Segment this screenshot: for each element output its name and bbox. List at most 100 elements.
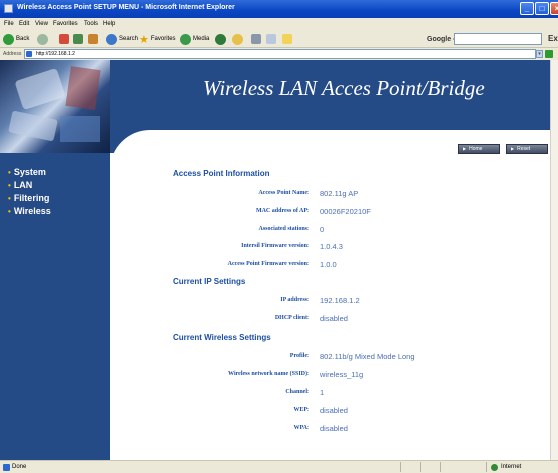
search-button[interactable]: Search <box>106 33 138 45</box>
reset-nav-button[interactable]: ▶ Reset <box>506 144 548 154</box>
folder-icon <box>282 34 292 44</box>
go-button[interactable] <box>545 50 553 58</box>
reset-label: Reset <box>517 146 531 152</box>
bullet-icon: • <box>8 194 11 203</box>
label-wep: WEP: <box>293 407 309 413</box>
nav-label: Filtering <box>13 193 50 203</box>
page-title: Wireless LAN Acces Point/Bridge <box>203 76 485 100</box>
back-button[interactable]: Back <box>3 33 29 45</box>
folder-button[interactable] <box>282 33 292 45</box>
close-button[interactable]: × <box>550 2 558 15</box>
bullet-icon: • <box>8 207 11 216</box>
nav-label: System <box>13 167 46 177</box>
vertical-scrollbar[interactable] <box>550 60 558 460</box>
star-icon: ★ <box>139 33 149 46</box>
page-viewport: Wireless LAN Acces Point/Bridge • System … <box>0 60 550 460</box>
status-bar: Done Internet <box>0 460 558 473</box>
value-profile: 802.11b/g Mixed Mode Long <box>320 352 415 361</box>
label-ap-name: Access Point Name: <box>258 190 309 196</box>
menu-tools[interactable]: Tools <box>84 21 98 27</box>
nav-label: LAN <box>13 180 33 190</box>
label-ip-address: IP address: <box>280 297 309 303</box>
sidebar-item-wireless[interactable]: • Wireless <box>8 206 51 216</box>
label-dhcp-client: DHCP client: <box>274 315 309 321</box>
favorites-button[interactable]: ★ Favorites <box>139 33 176 46</box>
print-icon <box>251 34 261 44</box>
mail-button[interactable] <box>232 33 243 45</box>
refresh-button[interactable] <box>73 33 83 45</box>
menu-help[interactable]: Help <box>103 21 115 27</box>
value-wep: disabled <box>320 406 348 415</box>
history-button[interactable] <box>215 33 226 45</box>
menu-view[interactable]: View <box>35 21 48 27</box>
header-photo <box>0 60 110 153</box>
label-ssid: Wireless network name (SSID): <box>228 371 309 377</box>
status-divider <box>440 462 441 472</box>
media-icon <box>180 33 191 45</box>
value-intersil-firmware: 1.0.4.3 <box>320 242 343 251</box>
address-dropdown-button[interactable]: ▾ <box>536 50 543 58</box>
stop-icon <box>59 34 69 44</box>
history-icon <box>215 33 226 45</box>
value-wpa: disabled <box>320 424 348 433</box>
forward-button[interactable] <box>37 33 48 45</box>
sidebar-item-system[interactable]: • System <box>8 167 46 177</box>
nav-label: Wireless <box>13 206 51 216</box>
window-title: Wireless Access Point SETUP MENU - Micro… <box>17 4 235 11</box>
label-ap-firmware: Access Point Firmware version: <box>227 261 309 267</box>
value-dhcp-client: disabled <box>320 314 348 323</box>
zone-text: Internet <box>501 464 522 470</box>
toolbar-overflow[interactable]: Ex <box>548 34 558 43</box>
label-wpa: WPA: <box>293 425 309 431</box>
value-ip-address: 192.168.1.2 <box>320 296 360 305</box>
back-arrow-icon <box>3 33 14 45</box>
google-search-input[interactable] <box>454 33 542 45</box>
section-heading-ap-info: Access Point Information <box>173 169 270 178</box>
arrow-right-icon: ▶ <box>463 146 467 151</box>
search-label: Search <box>119 36 139 42</box>
label-intersil-firmware: Intersil Firmware version: <box>241 243 309 249</box>
maximize-button[interactable]: □ <box>535 2 549 15</box>
status-divider <box>400 462 401 472</box>
home-label: Home <box>469 146 483 152</box>
home-icon <box>88 34 98 44</box>
stop-button[interactable] <box>59 33 69 45</box>
edit-page-button[interactable] <box>266 33 276 45</box>
sidebar-item-lan[interactable]: • LAN <box>8 180 32 190</box>
print-button[interactable] <box>251 33 261 45</box>
minimize-button[interactable]: _ <box>520 2 534 15</box>
search-icon <box>106 33 117 45</box>
value-ap-firmware: 1.0.0 <box>320 260 337 269</box>
favorites-label: Favorites <box>150 36 176 42</box>
forward-arrow-icon <box>37 33 48 45</box>
sidebar-item-filtering[interactable]: • Filtering <box>8 193 49 203</box>
back-label: Back <box>16 36 30 42</box>
menu-edit[interactable]: Edit <box>19 21 29 27</box>
label-profile: Profile: <box>289 353 309 359</box>
address-bar: Address http://192.168.1.2 ▾ <box>0 48 558 60</box>
label-mac-address: MAC address of AP: <box>255 208 309 214</box>
page-icon <box>26 51 32 57</box>
status-text: Done <box>12 464 27 470</box>
address-input[interactable]: http://192.168.1.2 <box>24 49 536 59</box>
edit-icon <box>266 34 276 44</box>
home-nav-button[interactable]: ▶ Home <box>458 144 500 154</box>
window-title-bar: Wireless Access Point SETUP MENU - Micro… <box>0 0 558 18</box>
google-label: Google - <box>427 36 456 43</box>
status-divider <box>420 462 421 472</box>
bullet-icon: • <box>8 168 11 177</box>
label-channel: Channel: <box>285 389 309 395</box>
refresh-icon <box>73 34 83 44</box>
value-ap-name: 802.11g AP <box>320 189 359 198</box>
menu-favorites[interactable]: Favorites <box>53 21 78 27</box>
media-label: Media <box>193 36 210 42</box>
value-ssid: wireless_11g <box>320 370 364 379</box>
menu-file[interactable]: File <box>4 21 14 27</box>
menu-bar: File Edit View Favorites Tools Help <box>0 18 558 30</box>
home-button[interactable] <box>88 33 98 45</box>
media-button[interactable]: Media <box>180 33 209 45</box>
status-divider <box>486 462 487 472</box>
value-channel: 1 <box>320 388 325 397</box>
value-mac-address: 00026F20210F <box>320 207 371 216</box>
page-done-icon <box>3 464 10 471</box>
